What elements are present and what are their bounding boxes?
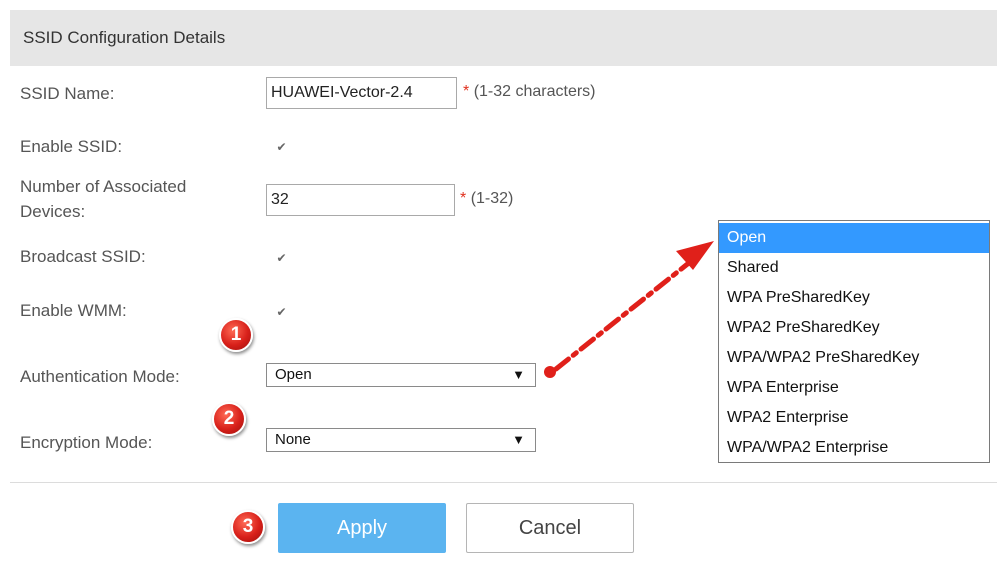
dropdown-option[interactable]: Shared <box>719 253 989 283</box>
cancel-button[interactable]: Cancel <box>466 503 634 553</box>
auth-mode-dropdown-list[interactable]: Open Shared WPA PreSharedKey WPA2 PreSha… <box>718 220 990 463</box>
apply-button[interactable]: Apply <box>278 503 446 553</box>
divider <box>10 482 997 483</box>
dropdown-option[interactable]: WPA/WPA2 Enterprise <box>719 433 989 463</box>
step-3-badge: 3 <box>231 510 265 544</box>
dropdown-option[interactable]: WPA/WPA2 PreSharedKey <box>719 343 989 373</box>
dropdown-option[interactable]: WPA PreSharedKey <box>719 283 989 313</box>
dropdown-option[interactable]: WPA Enterprise <box>719 373 989 403</box>
dropdown-option[interactable]: Open <box>719 223 989 253</box>
dropdown-option[interactable]: WPA2 Enterprise <box>719 403 989 433</box>
dropdown-option[interactable]: WPA2 PreSharedKey <box>719 313 989 343</box>
